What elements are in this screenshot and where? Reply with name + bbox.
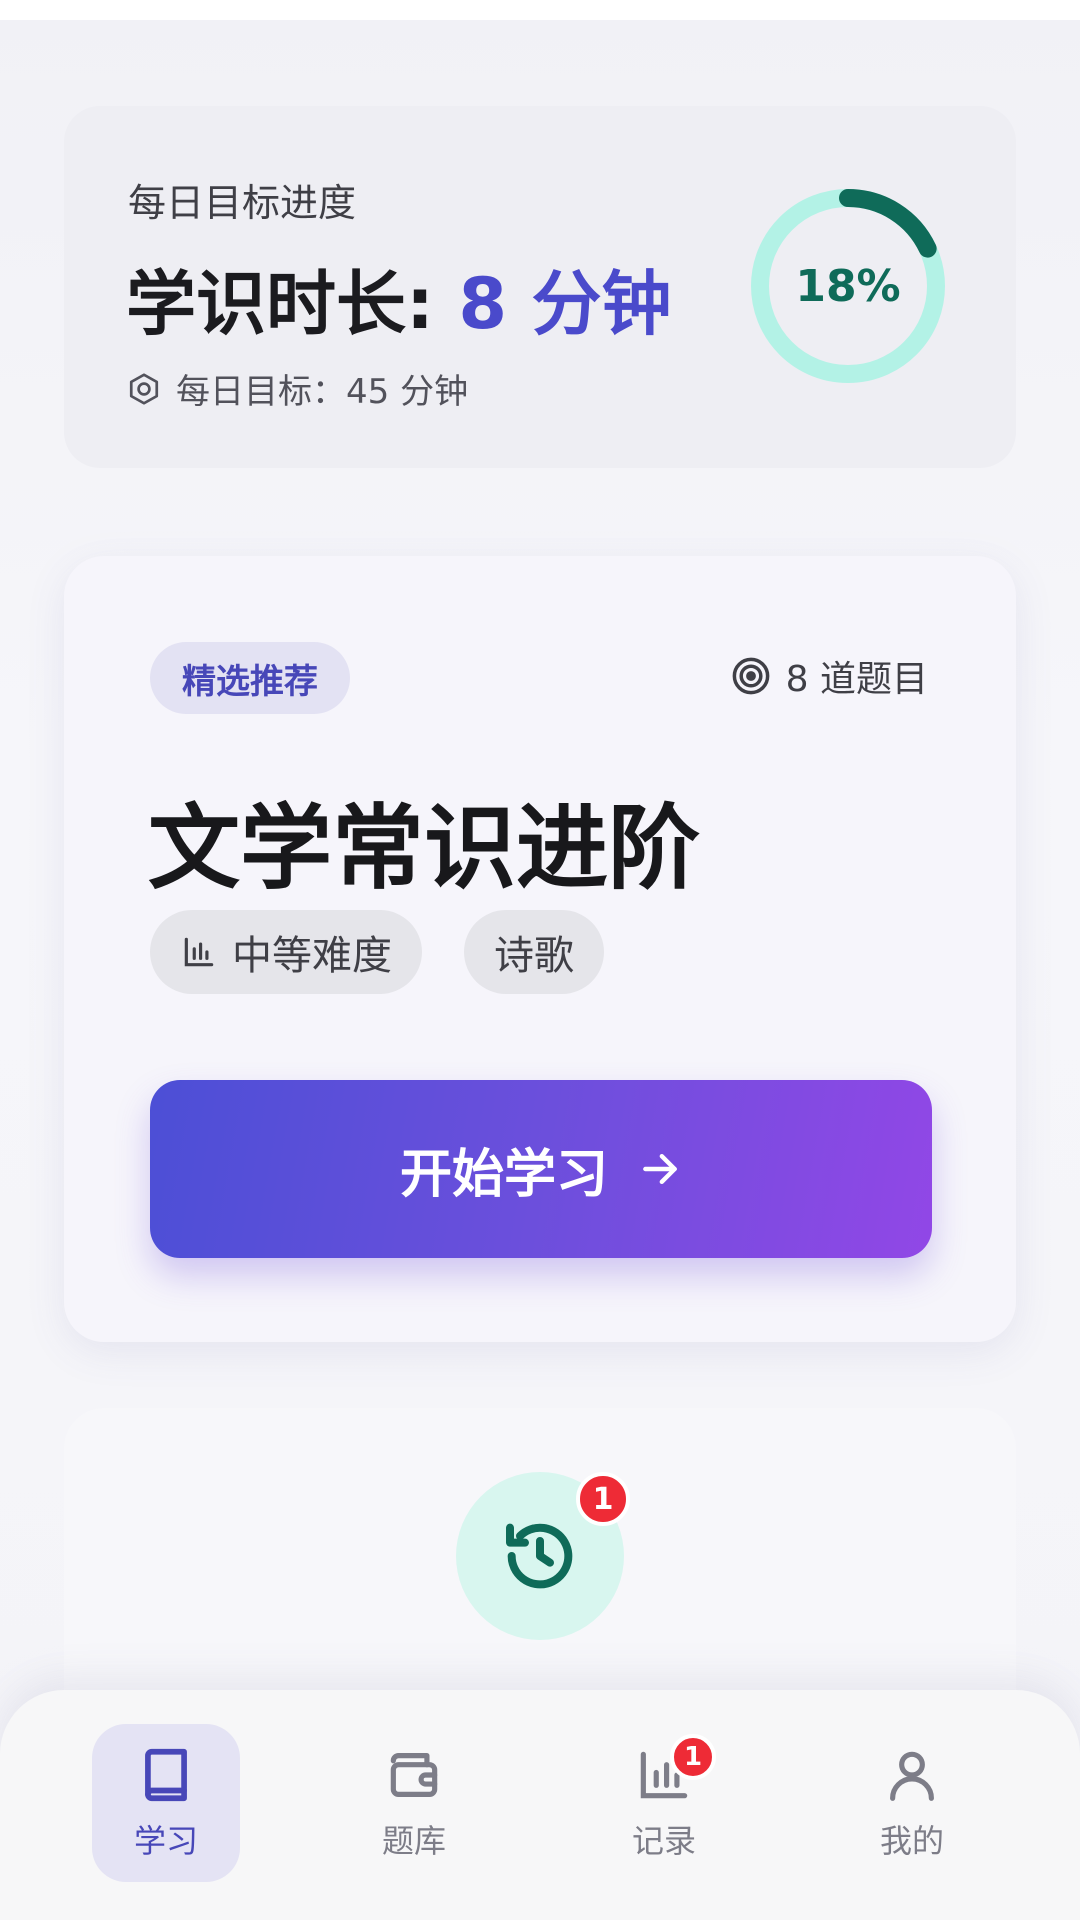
arrow-right-icon <box>643 1153 677 1185</box>
book-icon <box>145 1748 187 1802</box>
wallet-icon <box>390 1753 438 1797</box>
question-count-text: 8 道题目 <box>785 659 928 700</box>
goal-label: 每日目标进度 <box>128 181 357 225</box>
nav-item-profile[interactable]: 我的 <box>838 1724 986 1882</box>
study-duration: 学识时长: 8 分钟 <box>126 248 671 349</box>
progress-ring: 18% <box>746 184 950 388</box>
history-notification-badge: 1 <box>576 1472 630 1526</box>
course-title: 文学常识进阶 <box>148 795 701 902</box>
history-icon <box>506 1523 573 1589</box>
start-learning-label: 开始学习 <box>399 1144 608 1205</box>
nav-item-question-bank[interactable]: 题库 <box>340 1724 488 1882</box>
category-label: 诗歌 <box>494 933 574 979</box>
study-duration-value: 8 分钟 <box>458 263 672 345</box>
nav-label-learn: 学习 <box>133 1822 198 1860</box>
category-chip: 诗歌 <box>464 910 604 994</box>
recommendation-card[interactable]: 精选推荐 8 道题目 文学常识进阶 中等难度 诗歌 开始学习 <box>64 556 1016 1342</box>
nav-item-records[interactable]: 记录 1 <box>590 1724 738 1882</box>
bottom-navigation: 学习 题库 记录 1 我的 <box>0 1690 1080 1920</box>
featured-badge: 精选推荐 <box>150 642 350 714</box>
question-count: 8 道题目 <box>730 646 928 706</box>
difficulty-chip: 中等难度 <box>150 910 422 994</box>
daily-goal-card: 每日目标进度 学识时长: 8 分钟 每日目标：45 分钟 18% <box>64 106 1016 468</box>
study-duration-prefix: 学识时长: <box>126 263 459 345</box>
nav-label-profile: 我的 <box>879 1822 944 1860</box>
user-icon <box>890 1751 934 1801</box>
start-learning-button[interactable]: 开始学习 <box>150 1080 932 1258</box>
daily-target: 每日目标：45 分钟 <box>126 364 468 413</box>
nav-label-records: 记录 <box>631 1822 696 1860</box>
progress-percent: 18% <box>795 260 901 312</box>
nav-label-question-bank: 题库 <box>381 1822 446 1860</box>
records-notification-badge: 1 <box>670 1734 716 1780</box>
bar-chart-icon <box>184 937 214 967</box>
daily-target-text: 每日目标：45 分钟 <box>176 372 469 412</box>
app-screen: 每日目标进度 学识时长: 8 分钟 每日目标：45 分钟 18% 精选推荐 8 … <box>0 0 1080 1920</box>
difficulty-label: 中等难度 <box>232 933 392 979</box>
status-bar-area <box>0 0 1080 20</box>
nav-item-learn[interactable]: 学习 <box>92 1724 240 1882</box>
target-icon <box>732 657 770 695</box>
hexagon-target-icon <box>129 372 159 405</box>
